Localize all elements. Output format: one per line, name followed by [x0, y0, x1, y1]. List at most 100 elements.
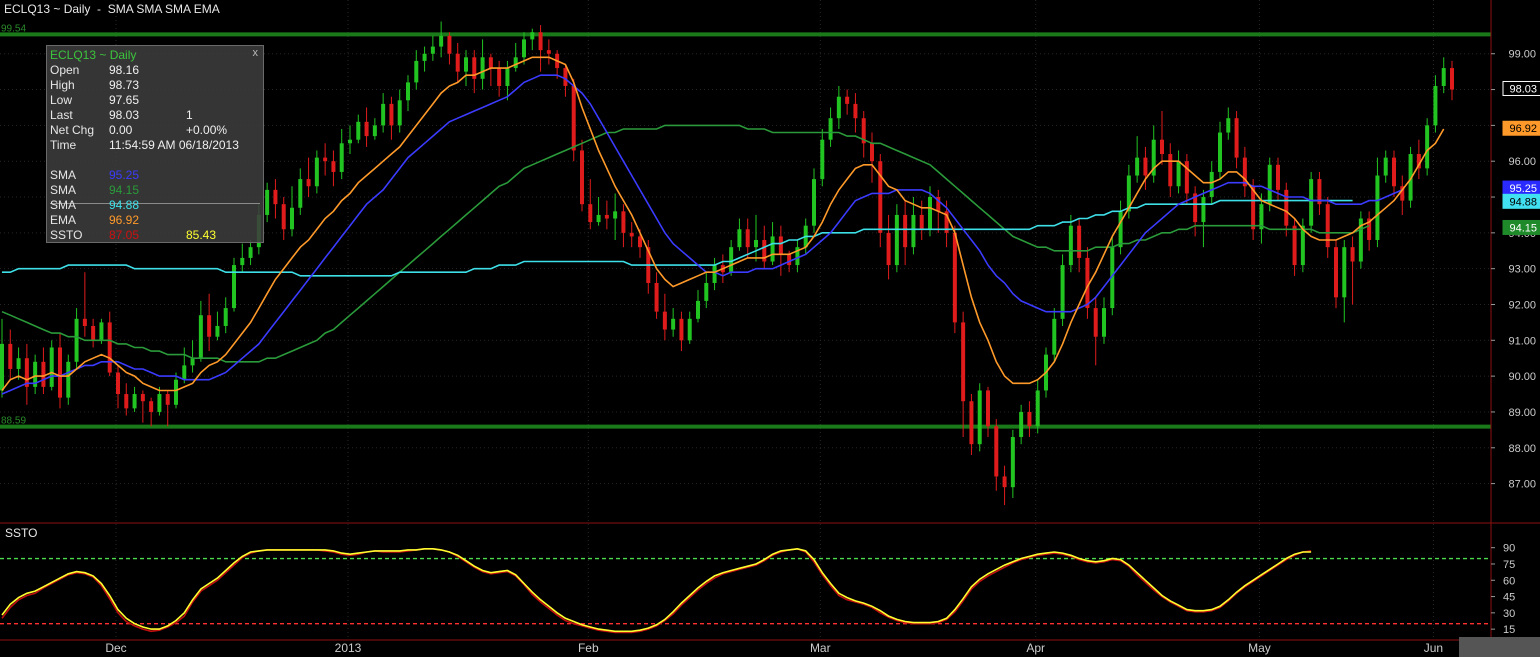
- candle: [472, 50, 477, 94]
- row-value: 94.88: [109, 198, 140, 212]
- candle: [1325, 197, 1330, 258]
- candle: [1242, 146, 1247, 198]
- candle: [314, 150, 319, 194]
- data-window-row: Low 97.65: [50, 93, 260, 108]
- close-icon[interactable]: x: [253, 47, 259, 59]
- candle: [290, 186, 294, 237]
- svg-text:98.03: 98.03: [1509, 83, 1537, 95]
- candle: [878, 154, 883, 248]
- candle: [8, 329, 13, 380]
- candle: [778, 225, 783, 276]
- candle: [49, 340, 54, 391]
- y-tick-label: 89.00: [1508, 407, 1536, 419]
- candle: [952, 225, 957, 334]
- ssto-tick-label: 75: [1503, 559, 1515, 571]
- ssto-panel-title: SSTO: [5, 526, 37, 540]
- candle: [977, 383, 982, 452]
- candle: [58, 333, 62, 409]
- candle: [853, 93, 858, 133]
- candle: [1060, 254, 1065, 326]
- candle: [232, 257, 236, 312]
- row-value: 98.16: [109, 63, 140, 77]
- candle: [240, 243, 245, 273]
- candle: [414, 50, 419, 90]
- candle: [1416, 139, 1421, 180]
- candle: [1151, 125, 1156, 183]
- candle: [1093, 297, 1098, 366]
- candle: [1350, 236, 1355, 305]
- candle: [381, 93, 386, 133]
- candle: [165, 390, 170, 427]
- candle: [1450, 60, 1454, 101]
- candle: [588, 179, 593, 230]
- candle: [1375, 157, 1380, 248]
- candle: [132, 386, 137, 412]
- candle: [1118, 200, 1123, 255]
- candle: [1292, 218, 1297, 276]
- candle: [265, 182, 270, 223]
- candle: [339, 128, 344, 180]
- candle: [861, 111, 866, 158]
- candle: [323, 143, 328, 176]
- candle: [538, 25, 543, 72]
- candle: [397, 89, 402, 133]
- candle: [580, 139, 584, 212]
- candle: [894, 204, 899, 273]
- candle: [1425, 118, 1430, 176]
- ssto-k-line: [1, 547, 1312, 634]
- x-tick-label: Mar: [810, 641, 831, 655]
- candle: [140, 390, 145, 423]
- candle: [182, 347, 187, 384]
- y-tick-label: 93.00: [1508, 264, 1536, 276]
- ssto-tick-label: 30: [1503, 608, 1515, 620]
- candle: [1441, 57, 1446, 94]
- svg-text:94.88: 94.88: [1509, 196, 1537, 208]
- candle: [886, 214, 891, 280]
- data-window[interactable]: ECLQ13 ~ Daily x Open 98.16 High 98.73 Low 97…: [46, 45, 264, 243]
- candle: [1234, 111, 1239, 169]
- candle: [74, 308, 79, 369]
- candle: [745, 218, 750, 258]
- candle: [488, 53, 493, 86]
- candle: [1226, 107, 1231, 140]
- candle: [662, 293, 667, 341]
- row-label: Time: [50, 138, 77, 152]
- candle: [986, 386, 990, 438]
- candle: [215, 311, 220, 341]
- candle: [870, 132, 874, 183]
- candle: [1383, 150, 1388, 183]
- candle: [687, 311, 692, 344]
- row-label: EMA: [50, 213, 77, 227]
- data-window-row: Open 98.16: [50, 63, 260, 78]
- y-tick-label: 92.00: [1508, 299, 1536, 311]
- data-window-row: SMA 95.25: [50, 168, 260, 183]
- reference-line-label: 88.59: [1, 416, 26, 427]
- candle: [464, 50, 468, 86]
- x-tick-label: Dec: [105, 641, 126, 655]
- reference-line-label: 99.54: [1, 23, 26, 34]
- candle: [91, 318, 96, 348]
- axis-value-label: 94.15: [1502, 219, 1540, 235]
- candle: [348, 125, 352, 155]
- data-window-row: SMA 94.15: [50, 183, 260, 198]
- row-value: 87.05: [109, 228, 140, 242]
- data-window-row: Time 11:54:59 AM 06/18/2013: [50, 138, 260, 153]
- candle: [447, 32, 452, 65]
- row-label: Net Chg: [50, 123, 95, 137]
- svg-text:96.92: 96.92: [1509, 123, 1537, 135]
- candle: [41, 347, 46, 395]
- candle: [331, 150, 336, 187]
- candle: [273, 179, 278, 219]
- candle: [671, 308, 676, 337]
- candle: [712, 257, 717, 291]
- candle: [372, 118, 377, 140]
- row-extra-value: 85.43: [186, 228, 217, 242]
- candle: [1068, 214, 1073, 273]
- candle: [1035, 379, 1040, 434]
- candle: [480, 39, 485, 90]
- candle: [513, 42, 518, 72]
- horizontal-scrollbar[interactable]: [1459, 637, 1540, 657]
- row-label: SMA: [50, 168, 77, 182]
- candle: [1002, 465, 1007, 506]
- candle: [439, 21, 444, 58]
